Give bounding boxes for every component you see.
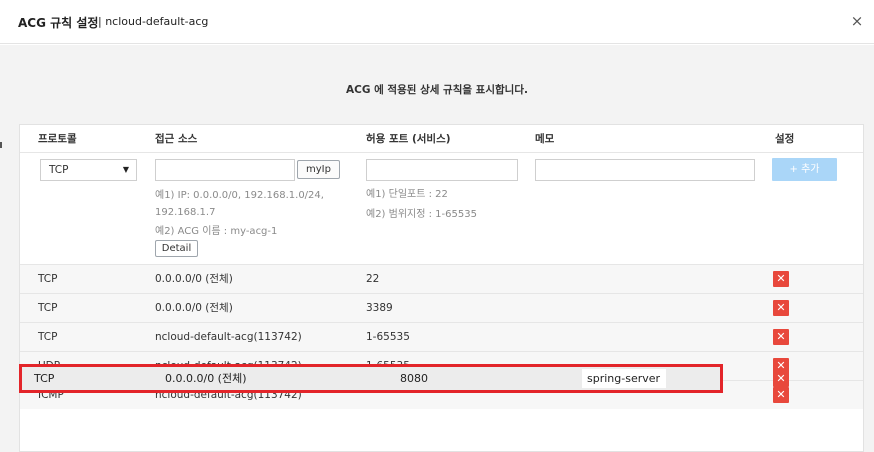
dialog-title: ACG 규칙 설정 bbox=[18, 16, 99, 30]
header-port: 허용 포트 (서비스) bbox=[366, 133, 451, 145]
header-memo: 메모 bbox=[535, 133, 555, 145]
edge-marker bbox=[0, 142, 2, 148]
rule-source: ncloud-default-acg(113742) bbox=[155, 331, 302, 343]
dialog-subtitle: | ncloud-default-acg bbox=[98, 15, 209, 28]
myip-button[interactable]: myIp bbox=[297, 160, 340, 179]
table-row: TCP 0.0.0.0/0 (전체) 22 ✕ bbox=[20, 264, 863, 293]
dialog-titlebar: ACG 규칙 설정 | ncloud-default-acg × bbox=[0, 0, 874, 44]
delete-icon[interactable]: ✕ bbox=[773, 329, 789, 345]
add-rule-button[interactable]: + 추가 bbox=[772, 158, 837, 181]
source-hint-2: 예2) ACG 이름 : my-acg-1 bbox=[155, 226, 278, 237]
detail-button[interactable]: Detail bbox=[155, 240, 198, 257]
delete-icon[interactable]: ✕ bbox=[773, 387, 789, 403]
port-hint-1: 예1) 단일포트 : 22 bbox=[366, 189, 448, 200]
port-hint-2: 예2) 범위지정 : 1-65535 bbox=[366, 209, 477, 220]
delete-icon[interactable]: ✕ bbox=[773, 271, 789, 287]
protocol-select[interactable]: TCP ▼ bbox=[40, 159, 137, 181]
header-protocol: 프로토콜 bbox=[38, 133, 77, 145]
table-row: TCP ncloud-default-acg(113742) 1-65535 ✕ bbox=[20, 322, 863, 351]
header-source: 접근 소스 bbox=[155, 133, 198, 145]
rule-port: 3389 bbox=[366, 302, 393, 314]
memo-input[interactable] bbox=[535, 159, 755, 181]
protocol-select-value: TCP bbox=[49, 164, 69, 176]
rule-protocol: TCP bbox=[38, 302, 58, 314]
source-hint-1: 예1) IP: 0.0.0.0/0, 192.168.1.0/24, bbox=[155, 190, 324, 201]
description-text: ACG 에 적용된 상세 규칙을 표시합니다. bbox=[346, 84, 528, 96]
close-icon[interactable]: × bbox=[848, 12, 866, 30]
header-settings: 설정 bbox=[775, 133, 795, 145]
rule-protocol: TCP bbox=[38, 273, 58, 285]
delete-icon[interactable]: ✕ bbox=[773, 300, 789, 316]
table-row: TCP 0.0.0.0/0 (전체) 3389 ✕ bbox=[20, 293, 863, 322]
source-input[interactable] bbox=[155, 159, 295, 181]
rule-source: 0.0.0.0/0 (전체) bbox=[155, 273, 233, 285]
rule-source: 0.0.0.0/0 (전체) bbox=[155, 302, 233, 314]
rules-panel: 프로토콜 접근 소스 허용 포트 (서비스) 메모 설정 TCP ▼ myIp … bbox=[19, 124, 864, 452]
port-input[interactable] bbox=[366, 159, 518, 181]
highlight-box bbox=[19, 364, 723, 393]
rule-protocol: TCP bbox=[38, 331, 58, 343]
delete-icon[interactable]: ✕ bbox=[773, 371, 789, 387]
chevron-down-icon: ▼ bbox=[122, 165, 129, 174]
source-hint-1-cont: 192.168.1.7 bbox=[155, 207, 216, 218]
rule-port: 1-65535 bbox=[366, 331, 410, 343]
rule-port: 22 bbox=[366, 273, 380, 285]
header-divider bbox=[20, 152, 863, 153]
